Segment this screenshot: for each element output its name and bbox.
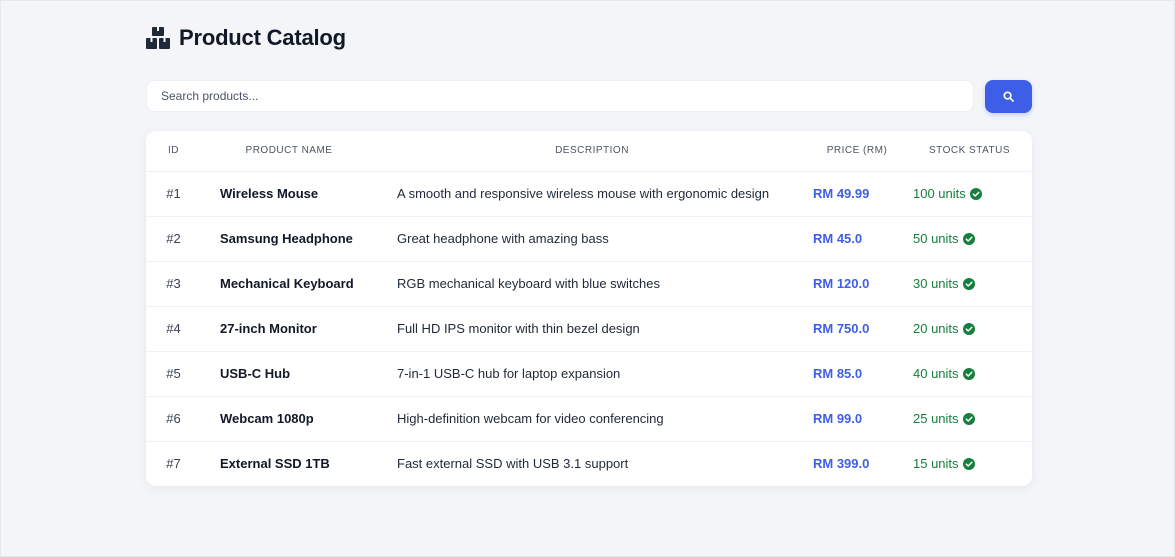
- product-id: #6: [146, 396, 201, 442]
- product-description: 7-in-1 USB-C hub for laptop expansion: [377, 351, 807, 397]
- table-row: #7 External SSD 1TB Fast external SSD with…: [146, 441, 1032, 486]
- table-row: #4 27-inch Monitor Full HD IPS monitor wit…: [146, 306, 1032, 352]
- stock-status-badge: 25 units: [913, 411, 975, 426]
- stock-status: 25 units: [907, 396, 1032, 442]
- product-name: 27-inch Monitor: [201, 306, 377, 352]
- product-id: #1: [146, 171, 201, 217]
- search-button[interactable]: [985, 80, 1032, 113]
- stock-status-badge: 20 units: [913, 321, 975, 336]
- product-price: RM 49.99: [807, 171, 907, 217]
- product-name: External SSD 1TB: [220, 456, 330, 472]
- product-price: RM 399.0: [813, 456, 870, 472]
- check-circle-icon: [962, 457, 975, 470]
- table-row: #5 USB-C Hub 7-in-1 USB-C hub for laptop e…: [146, 351, 1032, 397]
- product-price: RM 99.0: [807, 396, 907, 442]
- product-description: A smooth and responsive wireless mouse w…: [377, 171, 807, 217]
- table-row: #1 Wireless Mouse A smooth and responsive …: [146, 171, 1032, 217]
- stock-quantity: 100 units: [913, 186, 966, 201]
- table-header-row: ID PRODUCT NAME DESCRIPTION PRICE (RM) S…: [146, 131, 1032, 172]
- check-circle-icon: [962, 322, 975, 335]
- stock-status-badge: 40 units: [913, 366, 975, 381]
- column-header-product-name: PRODUCT NAME: [201, 131, 377, 172]
- product-table: ID PRODUCT NAME DESCRIPTION PRICE (RM) S…: [146, 131, 1032, 486]
- stock-status: 40 units: [907, 351, 1032, 397]
- product-id: #3: [146, 261, 201, 307]
- stock-status: 30 units: [907, 261, 1032, 307]
- stock-status-badge: 50 units: [913, 231, 975, 246]
- product-id: #4: [146, 306, 201, 352]
- boxes-icon: [146, 27, 170, 49]
- table-body: #1 Wireless Mouse A smooth and responsive …: [146, 171, 1032, 486]
- check-circle-icon: [962, 412, 975, 425]
- product-description: RGB mechanical keyboard with blue switch…: [377, 261, 807, 307]
- product-id: #2: [146, 216, 201, 262]
- column-header-price: PRICE (RM): [807, 131, 907, 172]
- stock-status-badge: 30 units: [913, 276, 975, 291]
- stock-status: 15 units: [907, 441, 1032, 486]
- page-header: Product Catalog: [146, 25, 346, 51]
- table-row: #3 Mechanical Keyboard RGB mechanical keyb…: [146, 261, 1032, 307]
- product-table-card: ID PRODUCT NAME DESCRIPTION PRICE (RM) S…: [146, 131, 1032, 486]
- search-icon: [1003, 91, 1014, 102]
- product-description: Fast external SSD with USB 3.1 support: [397, 456, 629, 472]
- stock-status-badge: 100 units: [913, 186, 982, 201]
- product-price: RM 120.0: [807, 261, 907, 307]
- product-id: #7: [166, 456, 181, 472]
- column-header-description: DESCRIPTION: [377, 131, 807, 172]
- stock-quantity: 30 units: [913, 276, 959, 291]
- product-description: Full HD IPS monitor with thin bezel desi…: [377, 306, 807, 352]
- stock-status: 50 units: [907, 216, 1032, 262]
- stock-quantity: 25 units: [913, 411, 959, 426]
- product-name: USB-C Hub: [201, 351, 377, 397]
- product-name: Webcam 1080p: [201, 396, 377, 442]
- check-circle-icon: [962, 232, 975, 245]
- column-header-stock-status: STOCK STATUS: [907, 131, 1032, 172]
- check-circle-icon: [969, 187, 982, 200]
- product-id: #5: [146, 351, 201, 397]
- stock-quantity: 50 units: [913, 231, 959, 246]
- check-circle-icon: [962, 277, 975, 290]
- product-name: Mechanical Keyboard: [201, 261, 377, 307]
- search-input[interactable]: [146, 80, 974, 112]
- stock-quantity: 40 units: [913, 366, 959, 381]
- stock-status: 100 units: [907, 171, 1032, 217]
- search-bar: [146, 80, 1032, 113]
- product-description: Great headphone with amazing bass: [377, 216, 807, 262]
- table-row: #2 Samsung Headphone Great headphone with …: [146, 216, 1032, 262]
- product-description: High-definition webcam for video confere…: [377, 396, 807, 442]
- product-name: Wireless Mouse: [201, 171, 377, 217]
- product-price: RM 85.0: [807, 351, 907, 397]
- product-name: Samsung Headphone: [201, 216, 377, 262]
- product-price: RM 750.0: [807, 306, 907, 352]
- column-header-id: ID: [146, 131, 201, 172]
- table-row: #6 Webcam 1080p High-definition webcam for…: [146, 396, 1032, 442]
- product-price: RM 45.0: [807, 216, 907, 262]
- stock-status: 20 units: [907, 306, 1032, 352]
- stock-quantity: 15 units: [913, 456, 959, 472]
- stock-quantity: 20 units: [913, 321, 959, 336]
- stock-status-badge: 15 units: [913, 456, 975, 471]
- page: Product Catalog ID PRODUCT NAME DESCRIPT…: [0, 0, 1175, 557]
- page-title: Product Catalog: [179, 25, 346, 50]
- check-circle-icon: [962, 367, 975, 380]
